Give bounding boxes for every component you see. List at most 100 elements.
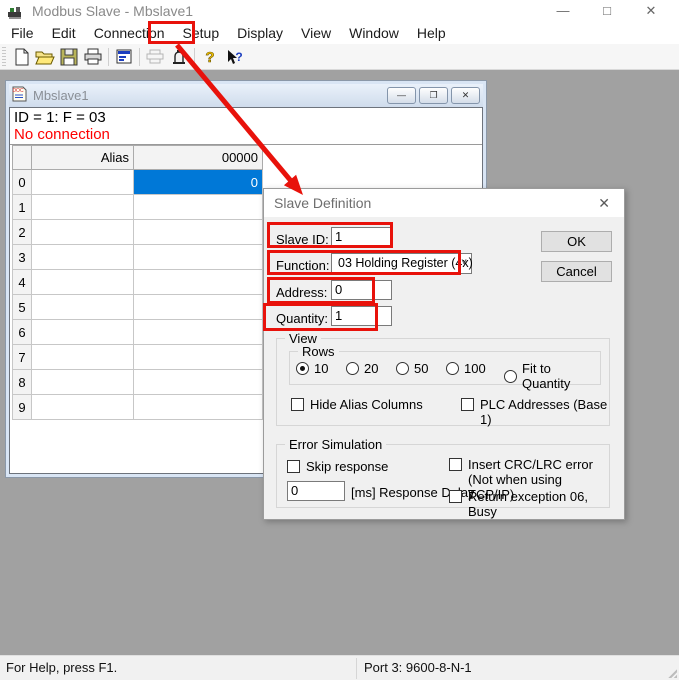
menu-display[interactable]: Display <box>228 22 292 44</box>
menu-connection[interactable]: Connection <box>85 22 174 44</box>
register-cell[interactable] <box>134 320 263 345</box>
register-cell[interactable] <box>134 295 263 320</box>
register-cell[interactable] <box>134 345 263 370</box>
print-icon[interactable] <box>81 46 105 68</box>
alias-cell[interactable] <box>32 370 134 395</box>
alias-column-header[interactable]: Alias <box>32 146 134 170</box>
rows-100-radio[interactable]: 100 <box>446 361 486 376</box>
menu-window[interactable]: Window <box>340 22 408 44</box>
slave-definition-dialog[interactable]: Slave Definition ✕ Slave ID: 1 Function:… <box>263 188 625 520</box>
close-button[interactable]: ✕ <box>629 0 673 22</box>
register-cell[interactable] <box>134 395 263 420</box>
toolbar-separator <box>139 48 140 66</box>
plc-addresses-checkbox[interactable]: PLC Addresses (Base 1) <box>461 397 609 427</box>
menu-file[interactable]: File <box>2 22 43 44</box>
ok-button[interactable]: OK <box>541 231 612 252</box>
menu-bar: File Edit Connection Setup Display View … <box>0 22 679 44</box>
rows-50-radio[interactable]: 50 <box>396 361 428 376</box>
register-grid[interactable]: Alias 00000 00 1 2 3 4 5 6 7 8 9 <box>12 145 263 420</box>
alias-cell[interactable] <box>32 195 134 220</box>
toolbar-grip[interactable] <box>2 47 6 67</box>
menu-edit[interactable]: Edit <box>43 22 85 44</box>
document-icon: DOC <box>12 86 27 105</box>
row-number[interactable]: 8 <box>13 370 32 395</box>
child-minimize-button[interactable]: — <box>387 87 416 104</box>
dialog-close-icon[interactable]: ✕ <box>594 195 614 212</box>
status-bar: For Help, press F1. Port 3: 9600-8-N-1 <box>0 655 679 680</box>
address-input[interactable]: 0 <box>331 280 392 300</box>
menu-setup[interactable]: Setup <box>174 22 229 44</box>
response-delay-input[interactable]: 0 <box>287 481 345 501</box>
table-row: 8 <box>13 370 263 395</box>
table-row: 9 <box>13 395 263 420</box>
row-number[interactable]: 9 <box>13 395 32 420</box>
maximize-button[interactable]: □ <box>585 0 629 22</box>
resize-grip[interactable] <box>667 668 677 678</box>
function-dropdown[interactable]: 03 Holding Register (4x)˅ <box>331 253 472 274</box>
grid-header-row: Alias 00000 <box>13 146 263 170</box>
alias-cell[interactable] <box>32 345 134 370</box>
rows-20-radio[interactable]: 20 <box>346 361 378 376</box>
child-restore-button[interactable]: ❐ <box>419 87 448 104</box>
menu-view[interactable]: View <box>292 22 340 44</box>
open-file-icon[interactable] <box>33 46 57 68</box>
mbslave1-titlebar[interactable]: DOC Mbslave1 — ❐ ✕ <box>9 84 483 107</box>
fit-to-quantity-radio[interactable]: Fit to Quantity <box>504 361 600 391</box>
row-number[interactable]: 1 <box>13 195 32 220</box>
rows-10-radio[interactable]: 10 <box>296 361 328 376</box>
chevron-down-icon[interactable]: ˅ <box>461 257 467 268</box>
register-column-header[interactable]: 00000 <box>134 146 263 170</box>
alias-cell[interactable] <box>32 320 134 345</box>
table-row: 5 <box>13 295 263 320</box>
table-row: 2 <box>13 220 263 245</box>
register-cell[interactable] <box>134 270 263 295</box>
row-number[interactable]: 0 <box>13 170 32 195</box>
alias-cell[interactable] <box>32 245 134 270</box>
skip-response-checkbox[interactable]: Skip response <box>287 459 388 474</box>
rows-group-label: Rows <box>298 344 339 359</box>
row-number[interactable]: 2 <box>13 220 32 245</box>
context-help-icon[interactable]: ? <box>222 46 246 68</box>
register-cell-selected[interactable]: 0 <box>134 170 263 195</box>
insert-crc-error-checkbox[interactable]: Insert CRC/LRC error <box>449 457 593 472</box>
alias-cell[interactable] <box>32 270 134 295</box>
return-exception-checkbox[interactable]: Return exception 06, Busy <box>449 489 609 519</box>
help-icon[interactable]: ? <box>198 46 222 68</box>
row-number[interactable]: 4 <box>13 270 32 295</box>
rows-group: Rows 10 20 50 100 Fit to Quantity <box>289 351 601 385</box>
register-cell[interactable] <box>134 370 263 395</box>
register-cell[interactable] <box>134 245 263 270</box>
table-row: 00 <box>13 170 263 195</box>
alias-cell[interactable] <box>32 220 134 245</box>
connection-status: No connection <box>14 126 482 143</box>
toolbar: ? ? <box>0 44 679 70</box>
dialog-titlebar[interactable]: Slave Definition ✕ <box>264 189 624 217</box>
row-number[interactable]: 7 <box>13 345 32 370</box>
new-file-icon[interactable] <box>9 46 33 68</box>
quantity-input[interactable]: 1 <box>331 306 392 326</box>
display-setup-icon[interactable] <box>112 46 136 68</box>
minimize-button[interactable]: — <box>541 0 585 22</box>
hide-alias-columns-checkbox[interactable]: Hide Alias Columns <box>291 397 423 412</box>
alias-cell[interactable] <box>32 170 134 195</box>
row-number[interactable]: 3 <box>13 245 32 270</box>
dialog-title: Slave Definition <box>274 195 371 211</box>
communication-icon[interactable] <box>167 46 191 68</box>
status-help-text: For Help, press F1. <box>6 660 117 675</box>
alias-cell[interactable] <box>32 395 134 420</box>
register-header: ID = 1: F = 03 No connection <box>10 108 482 145</box>
child-close-button[interactable]: ✕ <box>451 87 480 104</box>
svg-text:DOC: DOC <box>12 88 24 94</box>
menu-help[interactable]: Help <box>408 22 455 44</box>
error-simulation-label: Error Simulation <box>285 437 386 452</box>
row-number[interactable]: 5 <box>13 295 32 320</box>
table-row: 3 <box>13 245 263 270</box>
save-icon[interactable] <box>57 46 81 68</box>
row-number[interactable]: 6 <box>13 320 32 345</box>
register-cell[interactable] <box>134 195 263 220</box>
register-cell[interactable] <box>134 220 263 245</box>
alias-cell[interactable] <box>32 295 134 320</box>
slave-id-input[interactable]: 1 <box>331 227 392 247</box>
cancel-button[interactable]: Cancel <box>541 261 612 282</box>
svg-text:?: ? <box>205 49 214 66</box>
